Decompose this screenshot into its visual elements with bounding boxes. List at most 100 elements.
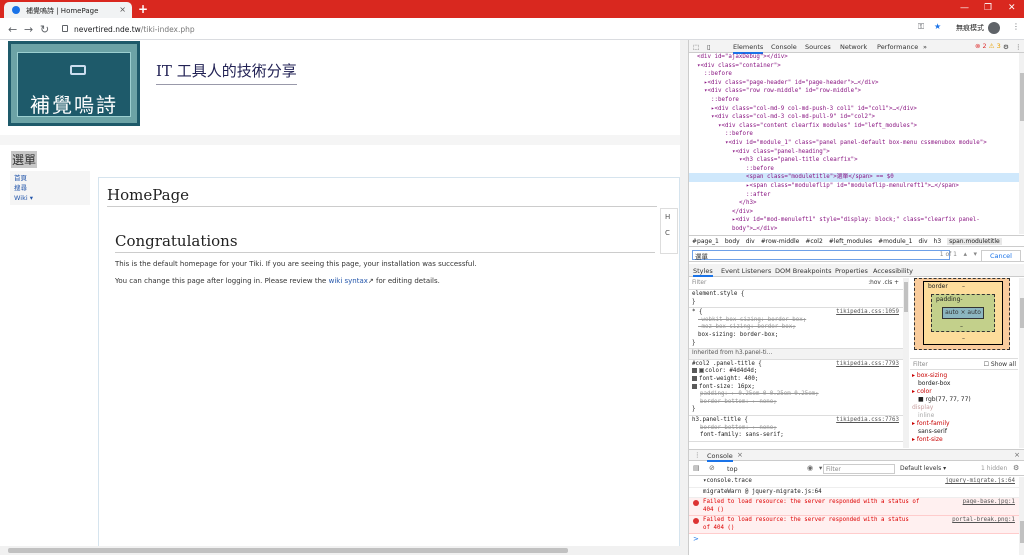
hov-cls-toggle[interactable]: :hov .cls + [868, 280, 899, 288]
dom-node[interactable]: ▸<span class="moduleflip" id="moduleflip… [689, 182, 1019, 191]
css-property-row[interactable]: font-weight: 400; [692, 375, 900, 384]
sidebar-toggle-icon[interactable]: ▤ [693, 464, 700, 472]
styles-scroll-thumb[interactable] [904, 282, 908, 312]
console-source-link[interactable]: jquery-migrate.js:64 [945, 478, 1015, 486]
console-source-link[interactable]: page-base.jpg:1 [963, 499, 1015, 507]
reload-icon[interactable]: ↻ [40, 23, 49, 36]
devtools-menu-icon[interactable]: ⋮ [1015, 43, 1022, 51]
console-prompt[interactable]: > [693, 535, 699, 543]
find-prev-icon[interactable]: ▴ [963, 250, 967, 258]
tab-event-listeners[interactable]: Event Listeners [721, 267, 771, 275]
console-error-message[interactable]: Failed to load resource: the server resp… [689, 498, 1019, 516]
dom-node[interactable]: ::before [689, 96, 1019, 105]
computed-property-name[interactable]: ▸ font-family [912, 420, 1016, 428]
styles-scrollbar[interactable] [903, 278, 909, 448]
css-property[interactable]: border-bottom: ▸ none; [692, 399, 900, 407]
maximize-icon[interactable]: ❐ [984, 3, 992, 13]
tab-network[interactable]: Network [840, 43, 867, 51]
breadcrumb-item[interactable]: #col2 [805, 238, 822, 245]
rule-source-link[interactable]: tikipedia.css:1059 [836, 309, 899, 317]
computed-property-name[interactable]: ▸ color [912, 388, 1016, 396]
css-property-row[interactable]: color: #4d4d4d; [692, 368, 900, 376]
css-property[interactable]: padding: ▸ 0.25em 0 0.25em 0.25em; [692, 391, 900, 399]
menu-link-home[interactable]: 首頁 [14, 173, 86, 183]
inspect-icon[interactable]: ⬚ [693, 43, 699, 51]
h3-panel-title-rule[interactable]: tikipedia.css:7763 h3.panel-title { bord… [689, 416, 903, 442]
tab-console[interactable]: Console [771, 43, 797, 51]
dom-scrollbar[interactable] [1019, 53, 1024, 234]
console-log-message[interactable]: migrateWarn @ jquery-migrate.js:64 [689, 488, 1019, 498]
error-count-badge[interactable]: ⊗ 2 ⚠ 3 [975, 42, 1001, 50]
console-error-message[interactable]: Failed to load resource: the server resp… [689, 516, 1019, 534]
page-horizontal-scrollbar[interactable] [0, 546, 680, 555]
more-tabs-icon[interactable]: » [923, 43, 927, 51]
context-select[interactable]: top [727, 464, 819, 473]
minimize-icon[interactable]: — [960, 3, 969, 13]
dom-node[interactable]: ▸<div id="mod-menuleft1" style="display:… [689, 216, 1019, 225]
dom-node[interactable]: </h3> [689, 199, 1019, 208]
checkbox-icon[interactable] [692, 375, 697, 381]
key-icon[interactable]: ⚿ [918, 22, 924, 32]
universal-rule[interactable]: tikipedia.css:1059 * { -webkit-box-sizin… [689, 308, 903, 350]
tab-styles[interactable]: Styles [693, 267, 713, 277]
dom-node[interactable]: ▾<div class="row row-middle" id="row-mid… [689, 87, 1019, 96]
find-input[interactable]: 選單 [692, 250, 950, 261]
page-vertical-scrollbar[interactable] [680, 40, 688, 555]
find-next-icon[interactable]: ▾ [973, 250, 977, 258]
drawer-tab-console[interactable]: Console [707, 452, 733, 462]
dom-node[interactable]: ▸<div class="page-header" id="page-heade… [689, 79, 1019, 88]
wiki-syntax-link[interactable]: wiki syntax [329, 277, 368, 285]
computed-property-name[interactable]: ▸ box-sizing [912, 372, 1016, 380]
breadcrumb-item[interactable]: #page_1 [692, 238, 719, 245]
url-input[interactable]: nevertired.nde.tw/tiki-index.php [60, 21, 920, 37]
tab-accessibility[interactable]: Accessibility [873, 267, 913, 275]
computed-scroll-thumb[interactable] [1020, 298, 1024, 328]
log-levels-select[interactable]: Default levels ▾ [900, 465, 946, 472]
site-logo[interactable]: 補覺嗚詩 [8, 41, 140, 126]
dom-node[interactable]: ::after [689, 191, 1019, 200]
dom-node[interactable]: ::before [689, 130, 1019, 139]
breadcrumb-item[interactable]: div [919, 238, 928, 245]
css-property[interactable]: font-family: sans-serif; [692, 432, 900, 440]
site-title[interactable]: IT 工具人的技術分享 [156, 60, 297, 85]
element-style-rule[interactable]: element.style { } [689, 290, 903, 309]
eye-icon[interactable]: ◉ [807, 464, 813, 472]
tab-sources[interactable]: Sources [805, 43, 831, 51]
drawer-close-icon[interactable]: × [1014, 451, 1020, 459]
dom-tree[interactable]: <div id="ajaxDebug"></div> ▾<div class="c… [689, 53, 1019, 234]
dom-node[interactable]: ▾<div class="col-md-3 col-md-pull-9" id=… [689, 113, 1019, 122]
dom-node[interactable]: <div id="ajaxDebug"></div> [689, 53, 1019, 62]
dom-node[interactable]: ▾<div class="content clearfix modules" i… [689, 122, 1019, 131]
incognito-avatar-icon[interactable] [988, 22, 1000, 34]
panel-title-rule[interactable]: tikipedia.css:7793 #col2 .panel-title { … [689, 360, 903, 416]
breadcrumb-item[interactable]: #module_1 [878, 238, 912, 245]
dom-node[interactable]: ▾<div id="module_1" class="panel panel-d… [689, 139, 1019, 148]
find-cancel-button[interactable]: Cancel [980, 250, 1021, 262]
tab-performance[interactable]: Performance [877, 43, 918, 51]
dom-scroll-thumb[interactable] [1020, 73, 1024, 121]
breadcrumb-item[interactable]: body [725, 238, 740, 245]
console-settings-icon[interactable]: ⚙ [1013, 464, 1019, 472]
breadcrumb-item[interactable]: #left_modules [829, 238, 872, 245]
browser-menu-icon[interactable]: ⋮ [1012, 22, 1020, 31]
dom-node[interactable]: ▾<div class="panel-heading"> [689, 148, 1019, 157]
clear-console-icon[interactable]: ⊘ [709, 464, 715, 472]
breadcrumb-item[interactable]: h3 [934, 238, 942, 245]
rule-source-link[interactable]: tikipedia.css:7793 [836, 361, 899, 369]
forward-icon[interactable]: → [24, 23, 33, 36]
device-toolbar-icon[interactable]: ▯ [707, 43, 711, 51]
devtools-settings-icon[interactable]: ⚙ [1003, 43, 1009, 51]
box-model-diagram[interactable]: border – padding- auto × auto – – [914, 278, 1010, 350]
tab-close-icon[interactable]: × [119, 5, 126, 14]
computed-filter-input[interactable]: Filter ☐ Show all [910, 358, 1018, 370]
dom-node[interactable]: </div> [689, 208, 1019, 217]
dom-node-selected[interactable]: <span class="moduletitle">選單</span> == $… [689, 173, 1019, 182]
dom-node[interactable]: ::before [689, 70, 1019, 79]
dom-node[interactable]: ▸<div class="col-md-9 col-md-push-3 col1… [689, 105, 1019, 114]
computed-property-name[interactable]: display [912, 404, 1016, 412]
console-scroll-thumb[interactable] [1020, 521, 1024, 543]
console-source-link[interactable]: portal-break.png:1 [952, 517, 1015, 525]
menu-link-wiki[interactable]: Wiki ▾ [14, 193, 86, 203]
console-messages[interactable]: ▾console.trace jquery-migrate.js:64 migrat… [689, 477, 1019, 555]
dom-node[interactable]: ▾<div class="container"> [689, 62, 1019, 71]
